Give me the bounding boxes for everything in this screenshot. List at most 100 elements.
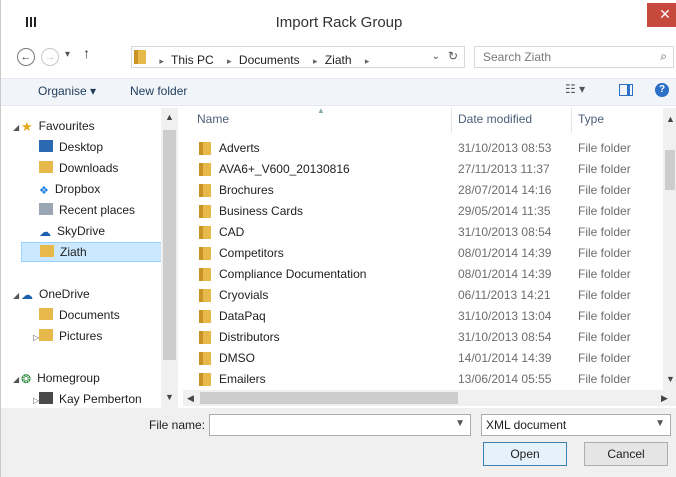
back-button[interactable]: ←	[17, 48, 35, 66]
cancel-button[interactable]: Cancel	[584, 442, 668, 466]
filename-label: File name:	[149, 418, 206, 432]
column-divider[interactable]	[451, 108, 452, 133]
star-icon: ★	[21, 119, 33, 134]
scrollbar-thumb[interactable]	[200, 392, 458, 404]
file-type-value: XML document	[486, 418, 567, 432]
open-button[interactable]: Open	[483, 442, 567, 466]
table-row[interactable]: Compliance Documentation 08/01/2014 14:39…	[183, 264, 663, 285]
sidebar-item-skydrive[interactable]: ☁ SkyDrive	[39, 221, 178, 241]
breadcrumb-this-pc[interactable]: This PC	[171, 53, 214, 67]
dialog-footer: File name: ▼ XML document ▼ Open Cancel	[1, 408, 676, 477]
dropbox-icon: ❖	[39, 185, 49, 197]
forward-button[interactable]: →	[41, 48, 59, 66]
folder-icon	[199, 352, 211, 365]
table-row[interactable]: Distributors 31/10/2013 08:54 File folder	[183, 327, 663, 348]
view-options-icon[interactable]: ☷ ▾	[565, 82, 585, 96]
folder-icon	[199, 289, 211, 302]
table-row[interactable]: DMSO 14/01/2014 14:39 File folder	[183, 348, 663, 369]
file-type: File folder	[578, 183, 631, 197]
file-list-scrollbar[interactable]: ▲ ▼	[663, 108, 676, 390]
organise-button[interactable]: Organise ▾	[38, 84, 96, 98]
folder-icon	[39, 308, 53, 320]
filename-input[interactable]: ▼	[209, 414, 471, 436]
breadcrumb-documents[interactable]: Documents	[239, 53, 300, 67]
up-button[interactable]: ↑	[83, 45, 90, 61]
sidebar-item-downloads[interactable]: Downloads	[39, 158, 178, 178]
table-row[interactable]: DataPaq 31/10/2013 13:04 File folder	[183, 306, 663, 327]
new-folder-button[interactable]: New folder	[130, 84, 187, 98]
sidebar-item-desktop[interactable]: Desktop	[39, 137, 178, 157]
file-name: Brochures	[219, 183, 274, 197]
address-bar[interactable]: ▸ This PC ▸ Documents ▸ Ziath ▸ ⌄ ↻	[131, 46, 465, 68]
column-divider[interactable]	[571, 108, 572, 133]
file-date: 06/11/2013 14:21	[458, 288, 551, 302]
sidebar-item-homegroup[interactable]: ❂ Homegroup	[21, 368, 171, 388]
file-type-select[interactable]: XML document ▼	[481, 414, 671, 436]
help-icon[interactable]: ?	[655, 83, 669, 97]
file-type: File folder	[578, 162, 631, 176]
scroll-right-icon[interactable]: ▶	[661, 393, 668, 404]
chevron-right-icon[interactable]: ▸	[365, 56, 370, 66]
sidebar-label: Kay Pemberton	[59, 392, 142, 406]
file-name: CAD	[219, 225, 245, 239]
close-button[interactable]: ✕	[647, 3, 676, 27]
file-type: File folder	[578, 267, 631, 281]
scroll-down-icon[interactable]: ▼	[165, 392, 174, 402]
preview-pane-icon[interactable]	[619, 84, 633, 96]
folder-icon	[199, 205, 211, 218]
file-name: Distributors	[219, 330, 280, 344]
chevron-down-icon[interactable]: ▼	[655, 418, 665, 429]
search-icon[interactable]: ⌕	[660, 49, 667, 64]
sidebar-item-recent-places[interactable]: Recent places	[39, 200, 178, 220]
table-row[interactable]: Adverts 31/10/2013 08:53 File folder	[183, 138, 663, 159]
scroll-down-icon[interactable]: ▼	[666, 374, 675, 384]
address-dropdown-icon[interactable]: ⌄	[432, 51, 440, 62]
file-date: 27/11/2013 11:37	[458, 162, 550, 176]
sidebar-label: Documents	[59, 308, 120, 322]
file-type: File folder	[578, 309, 631, 323]
table-row[interactable]: Competitors 08/01/2014 14:39 File folder	[183, 243, 663, 264]
file-type: File folder	[578, 141, 631, 155]
sidebar-item-pictures[interactable]: Pictures	[39, 326, 178, 346]
file-type: File folder	[578, 288, 631, 302]
collapse-arrow-icon[interactable]: ◢	[13, 123, 19, 132]
sidebar-item-favourites[interactable]: ★ Favourites	[21, 116, 171, 136]
scroll-left-icon[interactable]: ◀	[187, 393, 194, 404]
chevron-right-icon[interactable]: ▸	[313, 56, 318, 66]
sidebar-item-dropbox[interactable]: ❖ Dropbox	[39, 179, 178, 199]
scrollbar-thumb[interactable]	[163, 130, 176, 360]
search-placeholder: Search Ziath	[483, 50, 552, 64]
folder-icon	[199, 373, 211, 386]
column-header-date-modified[interactable]: Date modified	[458, 108, 532, 130]
scroll-up-icon[interactable]: ▲	[165, 112, 174, 122]
collapse-arrow-icon[interactable]: ◢	[13, 291, 19, 300]
column-header-name[interactable]: Name	[197, 108, 229, 130]
column-header-type[interactable]: Type	[578, 108, 604, 130]
downloads-icon	[39, 161, 53, 173]
sidebar-item-kay-pemberton[interactable]: Kay Pemberton	[39, 389, 178, 406]
navigation-scrollbar[interactable]: ▲ ▼	[161, 108, 178, 408]
scrollbar-thumb[interactable]	[665, 150, 675, 190]
sidebar-item-ziath[interactable]: Ziath	[21, 242, 171, 262]
breadcrumb-ziath[interactable]: Ziath	[325, 53, 352, 67]
refresh-icon[interactable]: ↻	[448, 49, 458, 63]
filename-dropdown-icon[interactable]: ▼	[455, 418, 465, 429]
file-list: Name ▲ Date modified Type Adverts 31/10/2…	[183, 108, 663, 390]
recent-locations-button[interactable]: ▾	[65, 49, 70, 60]
chevron-right-icon[interactable]: ▸	[227, 56, 232, 66]
table-row[interactable]: Emailers 13/06/2014 05:55 File folder	[183, 369, 663, 390]
sidebar-label: SkyDrive	[57, 224, 106, 238]
search-input[interactable]: Search Ziath ⌕	[474, 46, 674, 68]
table-row[interactable]: Business Cards 29/05/2014 11:35 File folde…	[183, 201, 663, 222]
sidebar-item-documents[interactable]: Documents	[39, 305, 178, 325]
folder-icon	[39, 329, 53, 341]
horizontal-scrollbar[interactable]: ◀ ▶	[183, 390, 676, 406]
scroll-up-icon[interactable]: ▲	[666, 114, 675, 124]
table-row[interactable]: CAD 31/10/2013 08:54 File folder	[183, 222, 663, 243]
table-row[interactable]: Cryovials 06/11/2013 14:21 File folder	[183, 285, 663, 306]
file-type: File folder	[578, 225, 631, 239]
collapse-arrow-icon[interactable]: ◢	[13, 375, 19, 384]
table-row[interactable]: AVA6+_V600_20130816 27/11/2013 11:37 File …	[183, 159, 663, 180]
table-row[interactable]: Brochures 28/07/2014 14:16 File folder	[183, 180, 663, 201]
sidebar-item-onedrive[interactable]: ☁ OneDrive	[21, 284, 171, 304]
